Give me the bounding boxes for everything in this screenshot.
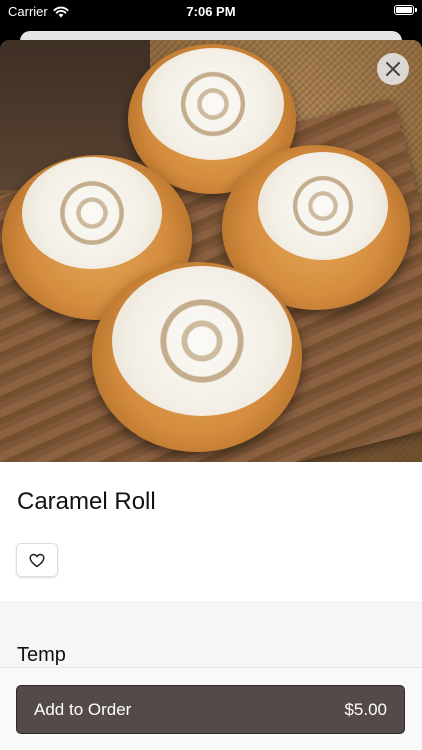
add-to-order-label: Add to Order bbox=[34, 699, 132, 719]
close-button[interactable] bbox=[377, 53, 409, 85]
status-time: 7:06 PM bbox=[186, 4, 236, 19]
add-to-order-button[interactable]: Add to Order $5.00 bbox=[16, 685, 405, 734]
product-title: Caramel Roll bbox=[17, 488, 156, 515]
order-bar: Add to Order $5.00 bbox=[0, 667, 422, 750]
status-bar: Carrier 7:06 PM bbox=[0, 0, 422, 24]
product-detail-sheet: Caramel Roll Temp Add to Order $5.00 bbox=[0, 40, 422, 750]
price-label: $5.00 bbox=[344, 699, 387, 719]
heart-icon bbox=[29, 553, 45, 567]
favorite-button[interactable] bbox=[16, 543, 58, 577]
product-image bbox=[0, 40, 422, 462]
temp-section-title: Temp bbox=[17, 644, 66, 666]
battery-icon bbox=[394, 5, 417, 15]
close-icon bbox=[386, 62, 400, 76]
